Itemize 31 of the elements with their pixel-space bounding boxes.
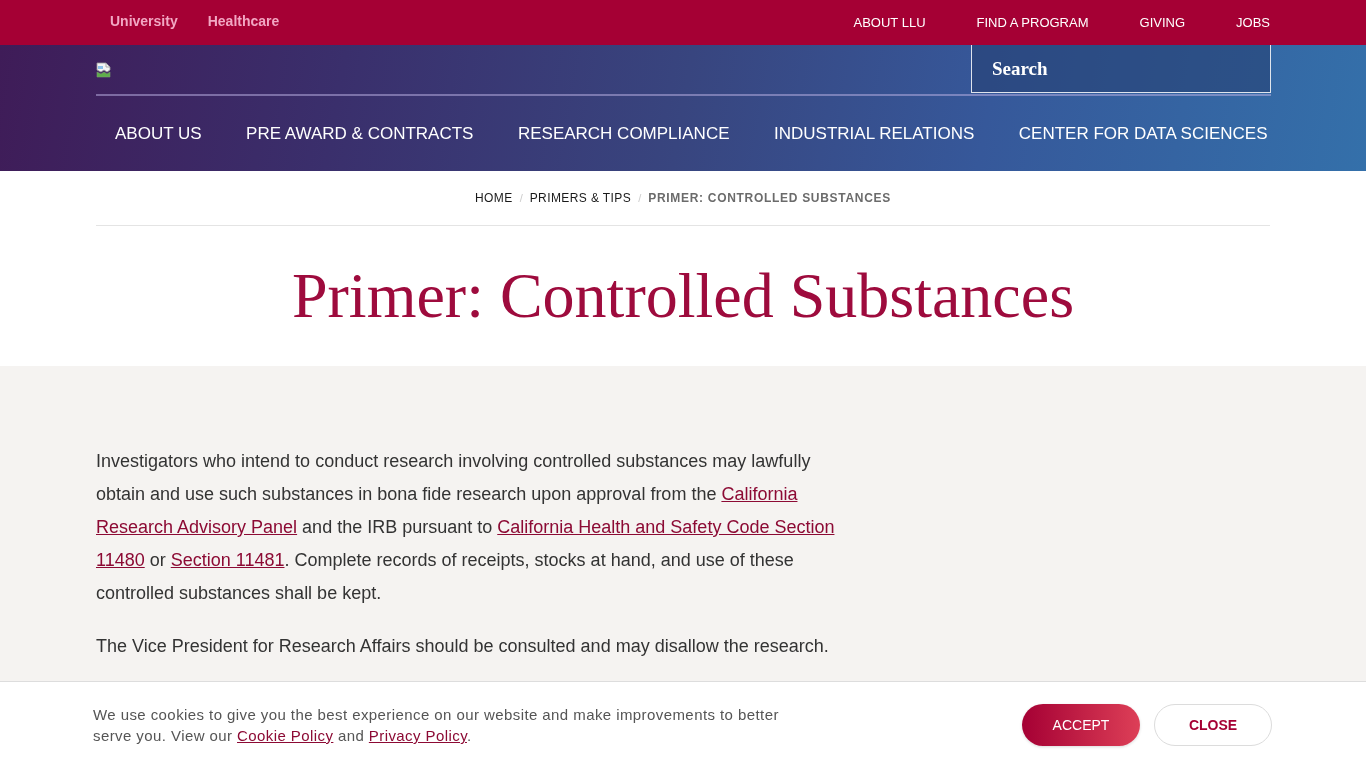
utility-link[interactable]: JOBS: [1236, 15, 1270, 30]
utility-link[interactable]: ABOUT LLU: [853, 15, 926, 30]
breadcrumb-separator: /: [638, 192, 642, 204]
site-link[interactable]: University: [110, 13, 178, 29]
close-button[interactable]: CLOSE: [1154, 704, 1272, 746]
utility-link[interactable]: FIND A PROGRAM: [976, 15, 1089, 30]
page-title: Primer: Controlled Substances: [291, 259, 1075, 333]
cookie-message: We use cookies to give you the best experience on our website and make improvements to better serve you. View our Cookie Policy and Privacy Policy.: [93, 705, 780, 746]
nav-link[interactable]: RESEARCH COMPLIANCE: [517, 123, 730, 144]
site-link[interactable]: Healthcare: [207, 13, 280, 29]
breadcrumb-current: PRIMER: CONTROLLED SUBSTANCES: [648, 191, 891, 205]
policy-link[interactable]: Privacy Policy: [368, 727, 467, 744]
paragraph: The Vice President for Research Affairs should be consulted and may disallow the research.: [96, 635, 830, 658]
paragraph: Investigators who intend to conduct research involving controlled substances may lawfully obtain and use such substances in bona fide research upon approval from the California Research Advisory Panel and the IRB pursuant to California Health and Safety Code Section 11480 or Section 11481. Complete records of receipts, stocks at hand, and use of these controlled substances shall be kept.: [96, 450, 836, 605]
nav-link[interactable]: PRE AWARD & CONTRACTS: [246, 123, 474, 144]
breadcrumb-link[interactable]: PRIMERS & TIPS: [529, 191, 632, 205]
breadcrumb-link[interactable]: HOME: [475, 191, 513, 205]
accept-button[interactable]: ACCEPT: [1022, 704, 1140, 746]
nav-link[interactable]: INDUSTRIAL RELATIONS: [774, 123, 975, 144]
text-link[interactable]: Research Advisory Panel: [96, 517, 298, 537]
search-field[interactable]: Search: [971, 45, 1271, 93]
nav-link[interactable]: ABOUT US: [115, 123, 202, 144]
text-link[interactable]: California: [721, 484, 798, 504]
text-link[interactable]: Section 11481: [170, 550, 285, 570]
breadcrumb-separator: /: [519, 192, 523, 204]
text-link[interactable]: 11480: [96, 550, 145, 570]
nav-link[interactable]: CENTER FOR DATA SCIENCES: [1018, 123, 1268, 144]
policy-link[interactable]: Cookie Policy: [237, 727, 334, 744]
text-link[interactable]: California Health and Safety Code Section: [497, 517, 835, 537]
broken-image-icon: [96, 62, 112, 78]
utility-link[interactable]: GIVING: [1139, 15, 1186, 30]
